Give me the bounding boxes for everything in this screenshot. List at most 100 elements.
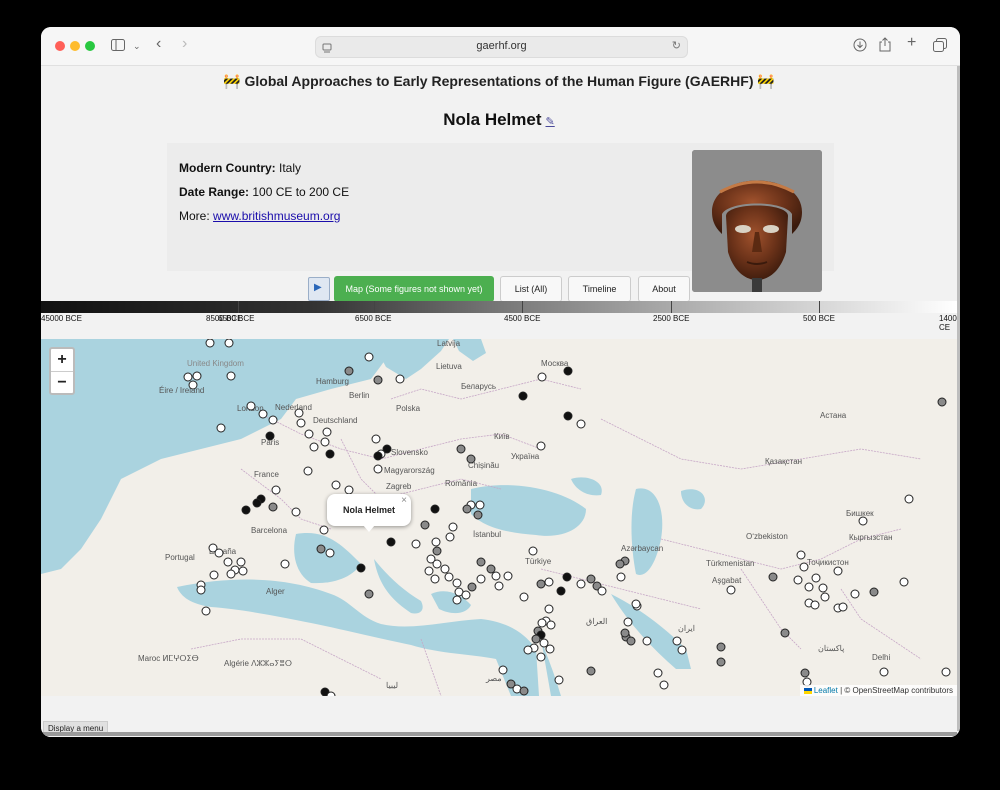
object-thumbnail[interactable]	[692, 150, 822, 292]
map-marker[interactable]	[280, 559, 290, 569]
map-marker[interactable]	[879, 667, 889, 677]
map-marker[interactable]	[467, 582, 477, 592]
map-marker[interactable]	[188, 380, 198, 390]
map-marker[interactable]	[491, 571, 501, 581]
map-marker[interactable]	[196, 585, 206, 595]
map-marker[interactable]	[523, 645, 533, 655]
map-marker[interactable]	[265, 431, 275, 441]
map-marker[interactable]	[268, 415, 278, 425]
map-marker[interactable]	[941, 667, 951, 677]
map-marker[interactable]	[554, 675, 564, 685]
map-marker[interactable]	[642, 636, 652, 646]
map-marker[interactable]	[432, 559, 442, 569]
map-marker[interactable]	[424, 566, 434, 576]
map-marker[interactable]	[444, 572, 454, 582]
map-marker[interactable]	[833, 566, 843, 576]
map-marker[interactable]	[430, 504, 440, 514]
more-link[interactable]: www.britishmuseum.org	[213, 209, 340, 223]
map-marker[interactable]	[252, 498, 262, 508]
map-marker[interactable]	[716, 657, 726, 667]
map-marker[interactable]	[201, 606, 211, 616]
map-marker[interactable]	[546, 620, 556, 630]
zoom-out-button[interactable]: −	[51, 372, 73, 394]
map-marker[interactable]	[432, 546, 442, 556]
map-marker[interactable]	[768, 572, 778, 582]
map-marker[interactable]	[586, 574, 596, 584]
map-marker[interactable]	[364, 589, 374, 599]
map-marker[interactable]	[430, 574, 440, 584]
map-marker[interactable]	[858, 516, 868, 526]
map-marker[interactable]	[615, 559, 625, 569]
map-marker[interactable]	[456, 444, 466, 454]
map-markers[interactable]	[41, 339, 957, 696]
play-button[interactable]: ▶	[308, 277, 330, 301]
map-marker[interactable]	[246, 401, 256, 411]
map-marker[interactable]	[780, 628, 790, 638]
map-marker[interactable]	[539, 638, 549, 648]
map-marker[interactable]	[804, 582, 814, 592]
map-marker[interactable]	[226, 569, 236, 579]
map-marker[interactable]	[462, 504, 472, 514]
map-marker[interactable]	[653, 668, 663, 678]
map-marker[interactable]	[597, 586, 607, 596]
map-marker[interactable]	[452, 578, 462, 588]
map-marker[interactable]	[371, 434, 381, 444]
back-arrow-icon[interactable]: ‹	[156, 36, 161, 52]
map-marker[interactable]	[223, 557, 233, 567]
map-marker[interactable]	[672, 636, 682, 646]
map-marker[interactable]	[820, 592, 830, 602]
map-marker[interactable]	[258, 409, 268, 419]
download-icon[interactable]	[853, 38, 867, 54]
map-marker[interactable]	[620, 628, 630, 638]
map-marker[interactable]	[659, 680, 669, 690]
map-marker[interactable]	[562, 572, 572, 582]
map-marker[interactable]	[373, 375, 383, 385]
map-marker[interactable]	[326, 691, 336, 696]
map-marker[interactable]	[544, 577, 554, 587]
map-marker[interactable]	[556, 586, 566, 596]
map-marker[interactable]	[838, 602, 848, 612]
map-marker[interactable]	[303, 466, 313, 476]
map-marker[interactable]	[796, 550, 806, 560]
map-marker[interactable]	[226, 371, 236, 381]
map-marker[interactable]	[899, 577, 909, 587]
map-marker[interactable]	[296, 418, 306, 428]
map-marker[interactable]	[331, 480, 341, 490]
map-marker[interactable]	[241, 505, 251, 515]
map-marker[interactable]	[626, 636, 636, 646]
map-marker[interactable]	[544, 604, 554, 614]
reload-icon[interactable]: ↻	[672, 39, 681, 52]
map-marker[interactable]	[528, 546, 538, 556]
map-marker[interactable]	[209, 570, 219, 580]
map-marker[interactable]	[271, 485, 281, 495]
map-marker[interactable]	[183, 372, 193, 382]
map-marker[interactable]	[810, 600, 820, 610]
share-icon[interactable]	[879, 37, 891, 54]
map-marker[interactable]	[192, 371, 202, 381]
map-marker[interactable]	[536, 579, 546, 589]
forward-arrow-icon[interactable]: ›	[182, 36, 187, 52]
map-marker[interactable]	[448, 522, 458, 532]
map-marker[interactable]	[466, 454, 476, 464]
map-marker[interactable]	[563, 366, 573, 376]
map-marker[interactable]	[937, 397, 947, 407]
map-marker[interactable]	[576, 419, 586, 429]
map-marker[interactable]	[395, 374, 405, 384]
map-marker[interactable]	[811, 573, 821, 583]
vertical-scrollbar[interactable]	[957, 66, 960, 731]
map-marker[interactable]	[586, 666, 596, 676]
map-marker[interactable]	[518, 391, 528, 401]
map-marker[interactable]	[461, 590, 471, 600]
map-marker[interactable]	[238, 566, 248, 576]
map-marker[interactable]	[800, 668, 810, 678]
map-marker[interactable]	[498, 665, 508, 675]
map-marker[interactable]	[304, 429, 314, 439]
map-marker[interactable]	[373, 464, 383, 474]
maximize-window-button[interactable]	[85, 41, 95, 51]
map-marker[interactable]	[537, 618, 547, 628]
map-marker[interactable]	[440, 564, 450, 574]
map-marker[interactable]	[486, 564, 496, 574]
map-marker[interactable]	[519, 686, 529, 696]
map-marker[interactable]	[503, 571, 513, 581]
map-marker[interactable]	[536, 652, 546, 662]
